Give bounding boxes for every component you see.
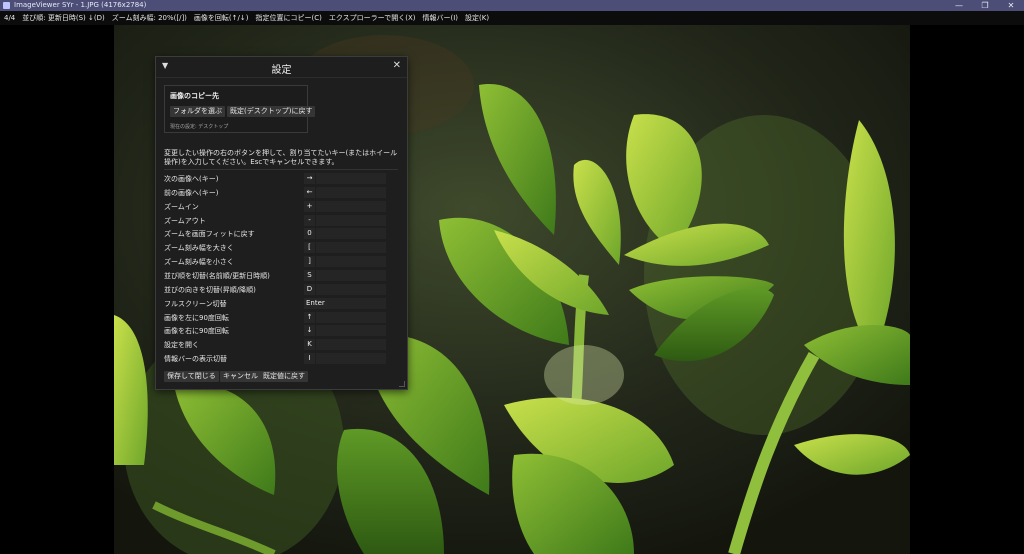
keybind-field	[316, 339, 386, 351]
window-titlebar: ImageViewer SYr - 1.JPG (4176x2784) — ❐ …	[0, 0, 1024, 11]
keybind-row: 並びの向きを切替(昇順/降順) D	[164, 283, 398, 297]
keybind-field	[316, 311, 386, 323]
keybind-field	[316, 256, 386, 268]
keybind-row: 並び順を切替(名前順/更新日時順) S	[164, 269, 398, 283]
menu-copy-to[interactable]: 指定位置にコピー(C)	[255, 11, 321, 25]
keybind-field	[316, 186, 386, 198]
keybind-row: 次の画像へ(キー) →	[164, 172, 398, 186]
reset-default-folder-button[interactable]: 既定(デスクトップ)に戻す	[227, 106, 316, 117]
keybind-row: 画像を右に90度回転 ↓	[164, 324, 398, 338]
dialog-title: 設定	[271, 65, 292, 76]
keybind-button[interactable]: ]	[304, 256, 315, 268]
keybind-row: 情報バーの表示切替 I	[164, 352, 398, 366]
menu-zoom-step[interactable]: ズーム刻み幅: 20%([/])	[112, 11, 187, 25]
keybind-row: ズームイン +	[164, 200, 398, 214]
keybind-instructions: 変更したい操作の右のボタンを押して、割り当てたいキー(またはホイール操作)を入力…	[164, 149, 398, 166]
keybind-label: 次の画像へ(キー)	[164, 175, 219, 183]
keybind-field	[316, 214, 386, 226]
keybind-label: 並びの向きを切替(昇順/降順)	[164, 285, 256, 294]
keybind-label: ズーム刻み幅を小さく	[164, 258, 234, 267]
keybind-label: 前の画像へ(キー)	[164, 188, 219, 197]
keybind-row: フルスクリーン切替 Enter	[164, 297, 398, 311]
copy-destination-group: 画像のコピー先 フォルダを選ぶ 既定(デスクトップ)に戻す 現在の設定: デスク…	[164, 85, 316, 133]
keybind-button[interactable]: -	[304, 214, 315, 226]
menu-info-bar[interactable]: 情報バー(I)	[422, 11, 458, 25]
menu-rotate[interactable]: 画像を回転(↑/↓)	[194, 11, 249, 25]
keybind-button[interactable]: ←	[304, 186, 315, 198]
cancel-button[interactable]: キャンセル	[220, 371, 261, 382]
keybind-button[interactable]: ↑	[304, 311, 315, 323]
keybind-row: ズーム刻み幅を大きく [	[164, 241, 398, 255]
resize-grip-icon[interactable]	[399, 381, 405, 387]
keybind-field	[316, 242, 386, 254]
keybind-field	[316, 173, 386, 184]
keybind-button[interactable]: →	[304, 173, 315, 184]
keybind-row: ズームを画面フィットに戻す 0	[164, 227, 398, 241]
keybind-list: 次の画像へ(キー) → 前の画像へ(キー) ← ズームイン + ズームアウト - ズーム…	[164, 172, 398, 366]
keybind-label: ズームアウト	[164, 216, 206, 225]
keybind-button[interactable]: D	[304, 283, 315, 295]
dialog-footer: 保存して閉じる キャンセル 既定値に戻す	[162, 371, 402, 384]
dialog-header: ▼ 設定 ✕	[156, 57, 407, 78]
keybind-label: 画像を右に90度回転	[164, 327, 229, 336]
keybind-field	[316, 325, 386, 337]
window-title: ImageViewer SYr - 1.JPG (4176x2784)	[14, 1, 147, 9]
keybind-label: ズームイン	[164, 202, 199, 211]
minimize-icon[interactable]: —	[946, 0, 972, 11]
restore-defaults-button[interactable]: 既定値に戻す	[260, 371, 308, 382]
image-counter: 4/4	[4, 14, 16, 22]
keybind-button[interactable]: 0	[304, 228, 315, 240]
keybind-field	[316, 353, 386, 365]
keybind-field	[316, 200, 386, 212]
keybind-label: 画像を左に90度回転	[164, 313, 229, 322]
menu-settings[interactable]: 設定(K)	[465, 11, 489, 25]
keybind-label: フルスクリーン切替	[164, 299, 227, 308]
keybind-field	[316, 270, 386, 282]
window-controls: — ❐ ✕	[946, 0, 1024, 11]
menu-sort-order[interactable]: 並び順: 更新日時(S) ↓(D)	[22, 11, 104, 25]
keybind-field	[316, 283, 386, 295]
keybind-label: 設定を開く	[164, 341, 199, 350]
keybind-row: ズーム刻み幅を小さく]	[164, 255, 398, 269]
keybind-button[interactable]: +	[304, 200, 315, 212]
settings-dialog: ▼ 設定 ✕ 画像のコピー先 フォルダを選ぶ 既定(デスクトップ)に戻す 現在の…	[155, 56, 408, 390]
keybind-field	[316, 228, 386, 240]
choose-folder-button[interactable]: フォルダを選ぶ	[170, 106, 225, 117]
app-icon	[3, 2, 10, 9]
keybind-label: ズームを画面フィットに戻す	[164, 230, 255, 239]
keybind-button[interactable]: S	[304, 270, 315, 282]
close-icon[interactable]: ✕	[393, 60, 401, 71]
keybind-row: 前の画像へ(キー) ←	[164, 186, 398, 200]
save-and-close-button[interactable]: 保存して閉じる	[164, 371, 219, 382]
menu-open-explorer[interactable]: エクスプローラーで開く(X)	[329, 11, 416, 25]
close-window-icon[interactable]: ✕	[998, 0, 1024, 11]
keybind-row: 画像を左に90度回転 ↑	[164, 311, 398, 325]
keybind-row: 設定を開く K	[164, 338, 398, 352]
divider	[164, 169, 398, 170]
keybind-button[interactable]: K	[304, 339, 315, 351]
info-bar: 4/4 並び順: 更新日時(S) ↓(D) ズーム刻み幅: 20%([/]) 画…	[0, 11, 1024, 25]
keybind-button[interactable]: I	[304, 353, 315, 365]
copy-destination-title: 画像のコピー先	[170, 92, 219, 100]
keybind-label: 情報バーの表示切替	[164, 355, 227, 364]
restore-icon[interactable]: ❐	[972, 0, 998, 11]
current-copy-destination: 現在の設定: デスクトップ	[170, 124, 229, 130]
keybind-button[interactable]: Enter	[304, 297, 327, 309]
keybind-label: ズーム刻み幅を大きく	[164, 244, 234, 253]
keybind-button[interactable]: [	[304, 242, 315, 254]
keybind-label: 並び順を切替(名前順/更新日時順)	[164, 272, 270, 281]
keybind-row: ズームアウト -	[164, 214, 398, 228]
keybind-button[interactable]: ↓	[304, 325, 315, 337]
